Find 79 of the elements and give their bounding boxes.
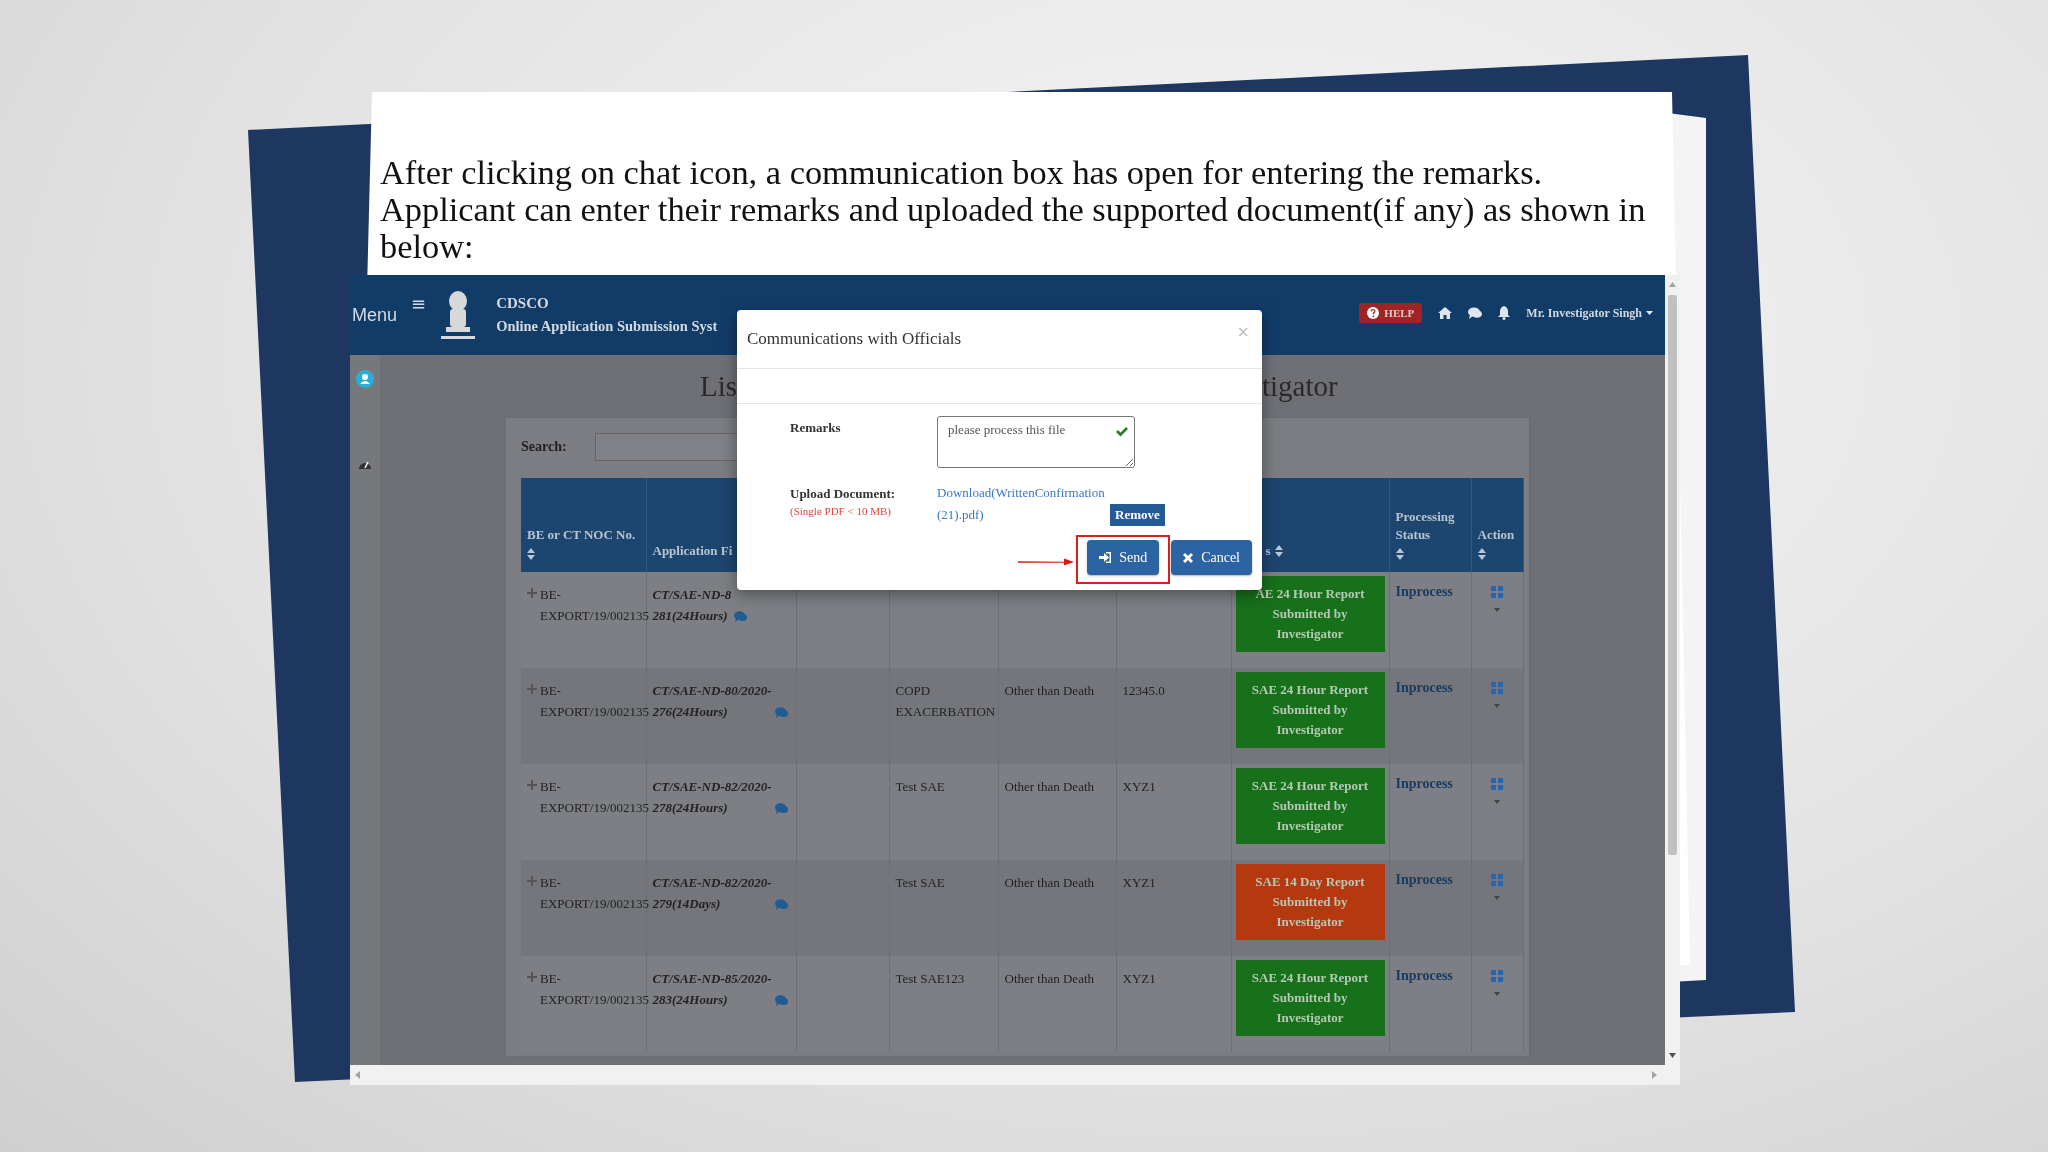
grid-icon[interactable]	[1491, 778, 1503, 790]
close-icon	[1183, 552, 1194, 563]
plus-icon[interactable]	[527, 588, 537, 598]
plus-icon[interactable]	[527, 876, 537, 886]
table-cell-text: XYZ1	[1122, 970, 1156, 988]
table-cell-text: 12345.0	[1122, 682, 1165, 700]
table-cell-text: Other than Death	[1004, 970, 1095, 988]
table-cell-text: COPD EXACERBATION	[895, 682, 996, 721]
table-cell-text: Other than Death	[1004, 874, 1095, 892]
hint-text: (Single PDF < 10 MB)	[790, 505, 891, 517]
caret-icon[interactable]	[1494, 896, 1500, 900]
grid-icon[interactable]	[1491, 586, 1503, 598]
field-label: Upload Document:	[790, 486, 896, 502]
report-badge: SAE 24 Hour Report Submitted by Investigator	[1235, 768, 1385, 844]
help-button[interactable]: HELP	[1359, 303, 1423, 323]
report-badge: SAE 14 Day Report Submitted by Investigator	[1235, 864, 1385, 940]
menu-label[interactable]: Menu	[352, 305, 398, 326]
caret-icon[interactable]	[1494, 800, 1500, 804]
status-text: Inprocess	[1395, 968, 1453, 983]
page-title: Lis	[699, 369, 737, 403]
system-name: Online Application Submission Syst	[496, 318, 718, 335]
menu-icon[interactable]: ≡	[411, 293, 427, 314]
report-badge: SAE 24 Hour Report Submitted by Investigator	[1235, 960, 1385, 1036]
column-header[interactable]: Application Fi	[652, 542, 733, 560]
application-number: CT/SAE-ND-85/2020- 283(24Hours)	[652, 970, 772, 1009]
question-icon	[1367, 307, 1380, 319]
table-cell-text: Test SAE	[895, 778, 945, 796]
application-number: CT/SAE-ND-82/2020- 279(14Days)	[652, 874, 772, 913]
plus-icon[interactable]	[527, 780, 537, 790]
table-cell-text: BE- EXPORT/19/002135	[540, 970, 649, 1009]
cancel-button[interactable]: Cancel	[1171, 540, 1252, 575]
brand-name: CDSCO	[496, 295, 550, 312]
table-cell-text: Test SAE123	[895, 970, 965, 988]
table-cell-text: XYZ1	[1122, 778, 1156, 796]
table-cell-text: BE- EXPORT/19/002135	[540, 778, 649, 817]
table-cell-text: BE- EXPORT/19/002135	[540, 586, 649, 625]
user-menu[interactable]: Mr. Investigator Singh	[1526, 305, 1653, 321]
vertical-scrollbar[interactable]	[1665, 275, 1680, 1065]
sign-in-icon	[1099, 552, 1112, 563]
horizontal-scrollbar[interactable]	[350, 1065, 1680, 1085]
user-icon[interactable]	[356, 370, 374, 388]
column-header[interactable]: s	[1265, 542, 1283, 560]
table-cell-text: Other than Death	[1004, 778, 1095, 796]
table-cell-text: Test SAE	[895, 874, 945, 892]
caret-icon[interactable]	[1494, 992, 1500, 996]
table-cell-text: Other than Death	[1004, 682, 1095, 700]
search-label: Search:	[521, 439, 567, 455]
download-link[interactable]: Download(WrittenConfirmation (21).pdf)	[937, 482, 1107, 526]
caption-text: After clicking on chat icon, a communication box has open for entering the remarks. Applicant can enter their remarks and uploaded the supported document(if any) as shown in below:	[380, 154, 1647, 265]
page-title: tigator	[1262, 369, 1338, 403]
send-button[interactable]: Send	[1087, 540, 1160, 575]
dialog-title: Communications with Officials	[747, 329, 962, 349]
grid-icon[interactable]	[1491, 682, 1503, 694]
report-badge: SAE 24 Hour Report Submitted by Investigator	[1235, 672, 1385, 748]
status-text: Inprocess	[1395, 584, 1453, 599]
field-label: Remarks	[790, 420, 842, 437]
table-cell-text: XYZ1	[1122, 874, 1156, 892]
status-text: Inprocess	[1395, 680, 1453, 695]
report-badge: AE 24 Hour Report Submitted by Investigator	[1235, 576, 1385, 652]
plus-icon[interactable]	[527, 684, 537, 694]
status-text: Inprocess	[1395, 776, 1453, 791]
status-text: Inprocess	[1395, 872, 1453, 887]
caret-icon[interactable]	[1494, 704, 1500, 708]
caret-icon	[1646, 311, 1653, 315]
application-number: CT/SAE-ND-8 281(24Hours)	[652, 586, 732, 625]
application-number: CT/SAE-ND-80/2020- 276(24Hours)	[652, 682, 772, 721]
grid-icon[interactable]	[1491, 874, 1503, 886]
chat-icon[interactable]	[1468, 307, 1483, 319]
remarks-field[interactable]: please process this file	[937, 416, 1135, 468]
grid-icon[interactable]	[1491, 970, 1503, 982]
plus-icon[interactable]	[527, 972, 537, 982]
remove-button[interactable]: Remove	[1110, 504, 1165, 526]
arrow-annotation	[1018, 558, 1075, 566]
application-number: CT/SAE-ND-82/2020- 278(24Hours)	[652, 778, 772, 817]
table-cell-text: BE- EXPORT/19/002135	[540, 874, 649, 913]
bell-icon[interactable]	[1498, 306, 1511, 320]
table-cell-text: BE- EXPORT/19/002135	[540, 682, 649, 721]
home-icon[interactable]	[1438, 307, 1453, 319]
caret-icon[interactable]	[1494, 608, 1500, 612]
